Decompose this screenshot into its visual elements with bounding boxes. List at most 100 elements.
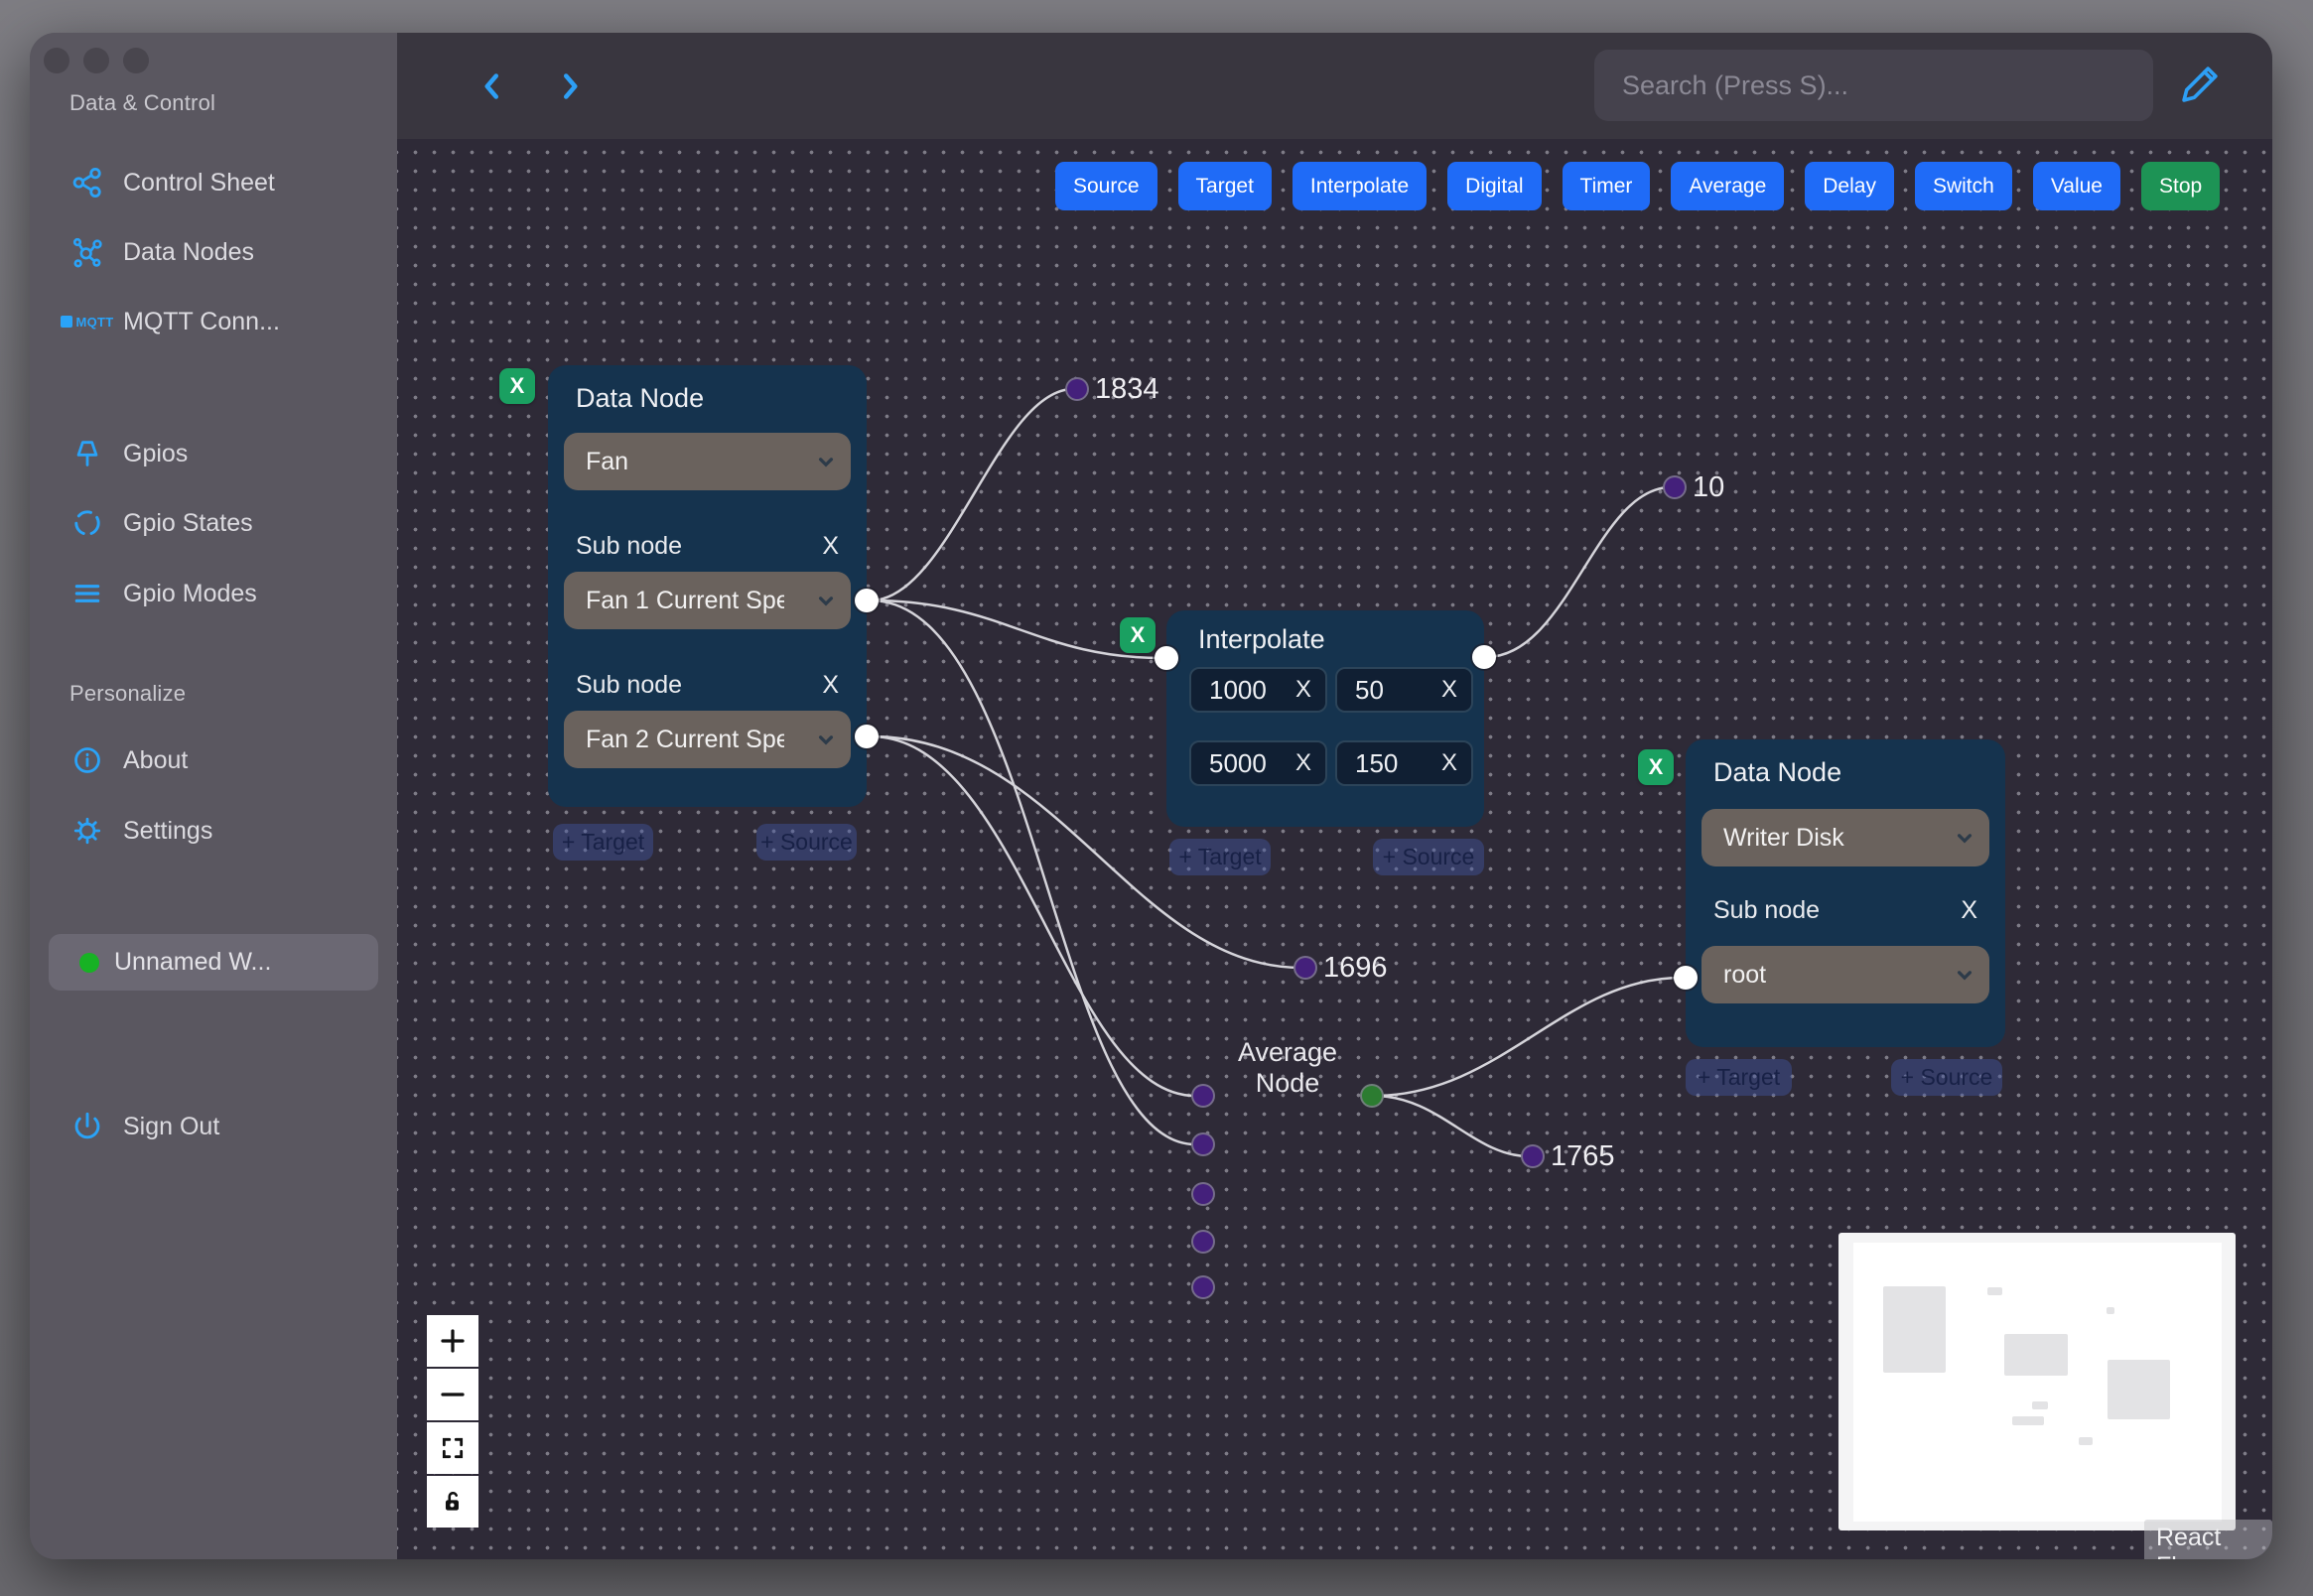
- gear-icon: [69, 813, 105, 849]
- traffic-light-close-icon[interactable]: [44, 48, 69, 73]
- average-target-handle[interactable]: [1191, 1182, 1215, 1206]
- writer-sub-dropdown[interactable]: root: [1701, 946, 1989, 1003]
- interpolate-input-2[interactable]: 50 X: [1335, 667, 1473, 713]
- average-target-handle[interactable]: [1191, 1084, 1215, 1108]
- sidebar-item-control-sheet[interactable]: Control Sheet: [30, 160, 397, 205]
- zoom-in-button[interactable]: [427, 1315, 478, 1367]
- sidebar-item-mqtt[interactable]: MQTT MQTT Conn...: [30, 299, 397, 344]
- fan-sub1-dropdown[interactable]: Fan 1 Current Spe: [564, 572, 851, 629]
- edge-value-label: 10: [1693, 471, 1725, 503]
- sub-node-remove-button[interactable]: X: [1961, 896, 1977, 925]
- lock-button[interactable]: [427, 1476, 478, 1528]
- fit-view-icon: [442, 1437, 464, 1459]
- dropdown-value: root: [1723, 960, 1767, 989]
- input-remove-button[interactable]: X: [1295, 676, 1311, 704]
- writer-node-remove-button[interactable]: X: [1638, 749, 1674, 785]
- forward-arrow-icon[interactable]: [552, 68, 588, 104]
- node-title: Data Node: [1713, 757, 1842, 787]
- interpolate-input-1[interactable]: 1000 X: [1189, 667, 1327, 713]
- zoom-out-button[interactable]: [427, 1369, 478, 1420]
- average-target-handle[interactable]: [1191, 1132, 1215, 1156]
- sidebar-item-data-nodes[interactable]: Data Nodes: [30, 229, 397, 275]
- add-average-node-button[interactable]: Average: [1671, 162, 1785, 210]
- writer-data-node[interactable]: Data Node Writer Disk Sub node X root: [1674, 739, 2005, 1047]
- fan-node-remove-button[interactable]: X: [499, 368, 535, 404]
- interpolate-source-handle[interactable]: [1472, 645, 1496, 669]
- writer-add-source-button[interactable]: + Source: [1891, 1059, 2002, 1096]
- fan-sub2-dropdown[interactable]: Fan 2 Current Spe: [564, 711, 851, 768]
- value-handle[interactable]: [1293, 956, 1317, 980]
- average-node-title[interactable]: Average Node: [1203, 1037, 1372, 1099]
- sub-node-remove-button[interactable]: X: [822, 671, 839, 700]
- input-remove-button[interactable]: X: [1441, 676, 1457, 704]
- fan-sub2-source-handle[interactable]: [855, 725, 879, 748]
- interpolate-add-source-button[interactable]: + Source: [1373, 839, 1484, 875]
- interpolate-node-remove-button[interactable]: X: [1120, 617, 1156, 653]
- average-target-handle[interactable]: [1191, 1275, 1215, 1299]
- fan-data-node[interactable]: Data Node Fan Sub node X Fan 1 Current S…: [548, 365, 879, 807]
- sidebar-item-gpio-modes[interactable]: Gpio Modes: [30, 571, 397, 616]
- chevron-down-icon: [1957, 971, 1973, 981]
- sidebar-item-label: Sign Out: [123, 1112, 220, 1140]
- input-remove-button[interactable]: X: [1441, 749, 1457, 777]
- writer-add-target-button[interactable]: + Target: [1686, 1059, 1792, 1096]
- canvas-controls: [427, 1315, 478, 1528]
- react-flow-attribution[interactable]: React Flow: [2144, 1520, 2272, 1559]
- fan-device-dropdown[interactable]: Fan: [564, 433, 851, 490]
- value-handle[interactable]: [1521, 1144, 1545, 1168]
- sidebar-item-about[interactable]: About: [30, 737, 397, 783]
- value-handle[interactable]: [1663, 475, 1687, 499]
- add-digital-node-button[interactable]: Digital: [1447, 162, 1542, 210]
- chevron-down-icon: [818, 597, 834, 606]
- edge[interactable]: [1485, 485, 1672, 659]
- fit-view-button[interactable]: [427, 1422, 478, 1474]
- average-target-handle[interactable]: [1191, 1230, 1215, 1254]
- add-target-node-button[interactable]: Target: [1177, 162, 1272, 210]
- sidebar-item-sign-out[interactable]: Sign Out: [30, 1104, 397, 1149]
- fan-add-source-button[interactable]: + Source: [756, 824, 857, 861]
- search-input[interactable]: [1594, 50, 2153, 121]
- sub-node-remove-button[interactable]: X: [822, 532, 839, 561]
- minimap[interactable]: [1838, 1233, 2236, 1530]
- stop-button[interactable]: Stop: [2140, 162, 2221, 210]
- flow-canvas[interactable]: Source Target Interpolate Digital Timer …: [397, 139, 2272, 1559]
- lines-icon: [69, 576, 105, 611]
- interpolate-target-handle[interactable]: [1155, 646, 1178, 670]
- add-value-node-button[interactable]: Value: [2032, 162, 2120, 210]
- dashed-circle-icon: [69, 505, 105, 541]
- edge[interactable]: [1373, 976, 1683, 1098]
- fan-sub1-source-handle[interactable]: [855, 589, 879, 612]
- input-value: 1000: [1209, 674, 1267, 705]
- traffic-light-maximize-icon[interactable]: [123, 48, 149, 73]
- sidebar-item-gpio-states[interactable]: Gpio States: [30, 500, 397, 546]
- writer-target-handle[interactable]: [1674, 966, 1698, 990]
- edge[interactable]: [870, 598, 1163, 660]
- writer-device-dropdown[interactable]: Writer Disk: [1701, 809, 1989, 866]
- edge[interactable]: [870, 734, 1196, 1098]
- interpolate-add-target-button[interactable]: + Target: [1169, 839, 1271, 875]
- add-interpolate-node-button[interactable]: Interpolate: [1292, 162, 1428, 210]
- add-timer-node-button[interactable]: Timer: [1562, 162, 1651, 210]
- sidebar-item-settings[interactable]: Settings: [30, 808, 397, 854]
- value-handle[interactable]: [1065, 377, 1089, 401]
- edge[interactable]: [1373, 1094, 1530, 1158]
- input-remove-button[interactable]: X: [1295, 749, 1311, 777]
- fan-add-target-button[interactable]: + Target: [553, 824, 653, 861]
- back-arrow-icon[interactable]: [475, 68, 510, 104]
- average-source-handle[interactable]: [1360, 1084, 1384, 1108]
- sidebar-item-workspace[interactable]: Unnamed W...: [49, 934, 378, 991]
- add-switch-node-button[interactable]: Switch: [1914, 162, 2012, 210]
- edge[interactable]: [870, 598, 1196, 1146]
- add-delay-node-button[interactable]: Delay: [1805, 162, 1894, 210]
- dropdown-value: Fan 2 Current Spe: [586, 725, 784, 753]
- edge[interactable]: [870, 387, 1074, 602]
- interpolate-input-4[interactable]: 150 X: [1335, 740, 1473, 786]
- traffic-light-minimize-icon[interactable]: [83, 48, 109, 73]
- sidebar-item-gpios[interactable]: Gpios: [30, 431, 397, 476]
- interpolate-node[interactable]: Interpolate 1000 X 50 X 5000 X 150 X: [1155, 610, 1496, 827]
- interpolate-input-3[interactable]: 5000 X: [1189, 740, 1327, 786]
- minimap-node: [2032, 1401, 2048, 1409]
- add-source-node-button[interactable]: Source: [1055, 162, 1157, 210]
- edit-pencil-icon[interactable]: [2176, 63, 2222, 108]
- sidebar-item-label: MQTT Conn...: [123, 307, 280, 335]
